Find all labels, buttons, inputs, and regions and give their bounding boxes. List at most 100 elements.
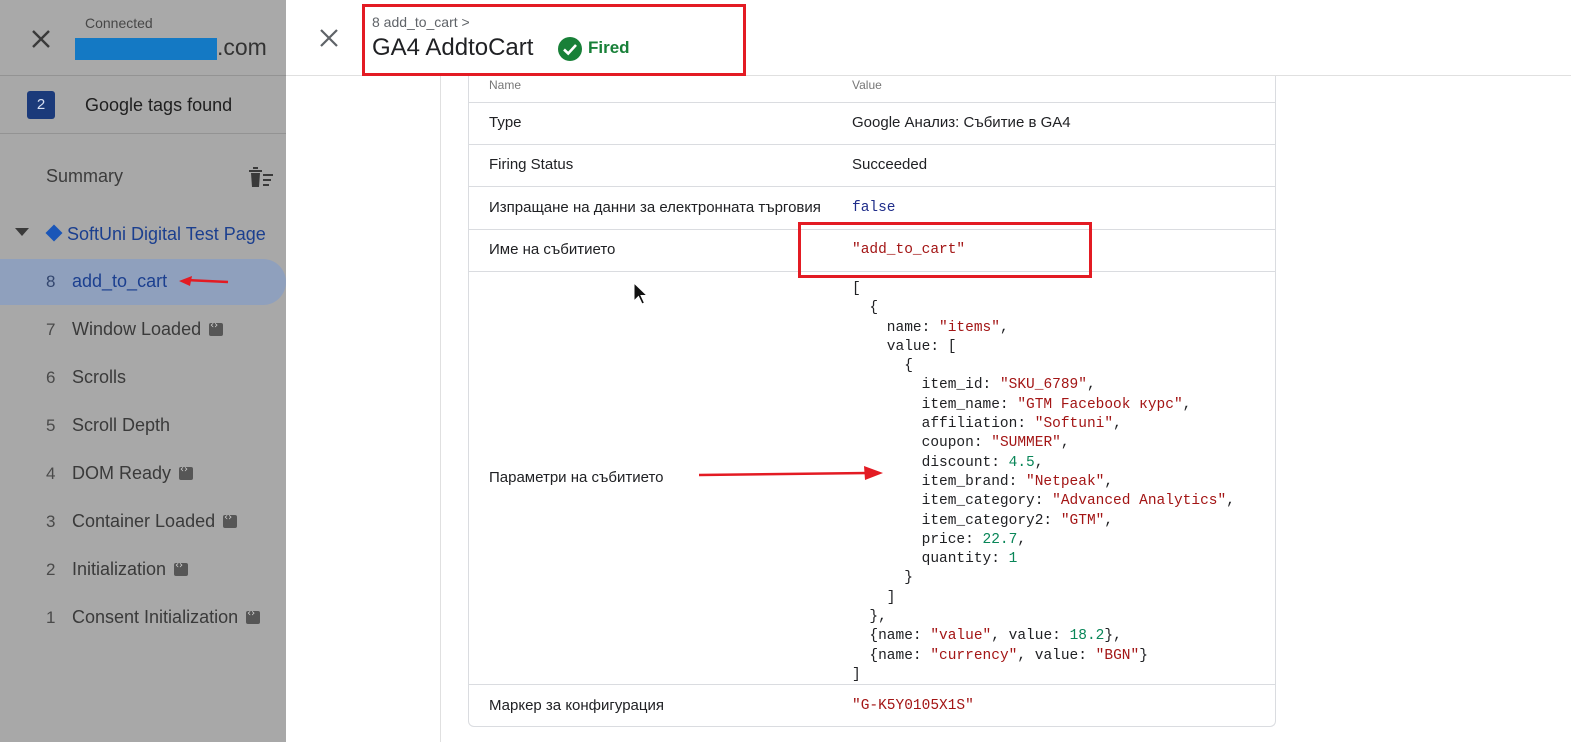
item-category-value: Advanced Analytics [1060, 493, 1218, 510]
event-params-code: [ { name: "items", value: [ { item_id: "… [852, 281, 1235, 683]
annotation-highlight-box [798, 222, 1092, 278]
google-tags-found[interactable]: 2 Google tags found [0, 76, 286, 134]
event-item-container-loaded[interactable]: 3 Container Loaded [0, 499, 286, 545]
event-number: 1 [46, 608, 56, 627]
table-header-row: Name Value [469, 76, 1275, 103]
event-item-initialization[interactable]: 2 Initialization [0, 547, 286, 593]
event-label-wrap: Initialization [72, 559, 189, 580]
event-item-scrolls[interactable]: 6 Scrolls [0, 355, 286, 401]
code-icon [174, 560, 189, 576]
event-number: 2 [46, 560, 56, 579]
column-header-name: Name [489, 78, 522, 92]
tag-title: GA4 AddtoCart [372, 34, 534, 61]
currency: "BGN" [1095, 647, 1140, 664]
item-category2: "GTM" [1060, 512, 1105, 529]
sidebar-header: Connected .com [0, 0, 286, 76]
row-name: Type [489, 114, 522, 131]
event-item-consent-initialization[interactable]: 1 Consent Initialization [0, 595, 286, 641]
item-id-value: SKU_6789 [1008, 377, 1079, 394]
item-name: "GTM Facebook курс" [1017, 396, 1183, 413]
event-label: Initialization [72, 559, 167, 579]
event-item-add-to-cart[interactable]: 8 add_to_cart [0, 259, 286, 305]
quantity-value: 1 [1008, 551, 1018, 568]
item-brand: "Netpeak" [1026, 473, 1105, 490]
redacted-domain [75, 38, 217, 60]
event-label-wrap: Container Loaded [72, 511, 238, 532]
coupon-value: SUMMER [999, 435, 1053, 452]
table-row: Firing Status Succeeded [469, 145, 1275, 187]
row-value: "G-K5Y0105X1S" [852, 698, 974, 714]
tags-found-label: Google tags found [85, 95, 233, 115]
collapse-caret-icon[interactable] [15, 228, 29, 236]
row-value: Google Анализ: Събитие в GA4 [852, 114, 1071, 131]
table-row: Маркер за конфигурация "G-K5Y0105X1S" [469, 685, 1275, 726]
annotation-arrow-icon [179, 276, 229, 286]
item-brand-value: Netpeak [1034, 473, 1096, 490]
event-label-wrap: DOM Ready [72, 463, 194, 484]
event-label: Container Loaded [72, 511, 216, 531]
row-name: Параметри на събитието [489, 469, 664, 486]
event-label: add_to_cart [72, 271, 168, 291]
param-key-currency: "currency" [930, 647, 1018, 664]
event-number: 5 [46, 416, 56, 435]
event-item-dom-ready[interactable]: 4 DOM Ready [0, 451, 286, 497]
domain-suffix: .com [217, 34, 267, 60]
mouse-cursor-icon [633, 282, 649, 305]
connection-status: Connected [85, 15, 153, 31]
event-label-wrap: Window Loaded [72, 319, 224, 340]
panel-divider [440, 76, 441, 742]
container-diamond-icon [45, 224, 63, 242]
item-category: "Advanced Analytics" [1052, 493, 1227, 510]
breadcrumb[interactable]: 8 add_to_cart > [372, 14, 470, 30]
event-label: Scrolls [72, 367, 127, 387]
row-name: Име на събитието [489, 241, 616, 258]
check-circle-icon [558, 37, 582, 61]
value-amount: 18.2 [1069, 628, 1105, 645]
row-name: Маркер за конфигурация [489, 697, 664, 714]
close-icon[interactable] [316, 25, 342, 51]
row-name: Firing Status [489, 156, 574, 173]
price-value: 22.7 [982, 531, 1018, 548]
coupon: "SUMMER" [991, 435, 1061, 452]
affiliation-value: Softuni [1043, 416, 1105, 433]
container-section[interactable]: SoftUni Digital Test Page [0, 220, 286, 250]
close-icon[interactable] [26, 24, 56, 54]
param-key-items: "items" [939, 319, 1000, 336]
event-number: 4 [46, 464, 56, 483]
code-icon [246, 608, 261, 624]
code-icon [179, 464, 194, 480]
table-row: Type Google Анализ: Събитие в GA4 [469, 103, 1275, 145]
item-category2-value: GTM [1069, 512, 1096, 529]
event-number: 8 [46, 272, 56, 291]
code-icon [223, 512, 238, 528]
event-number: 6 [46, 368, 56, 387]
event-item-scroll-depth[interactable]: 5 Scroll Depth [0, 403, 286, 449]
column-header-value: Value [852, 78, 882, 92]
clear-messages-icon[interactable] [248, 166, 274, 188]
event-label: DOM Ready [72, 463, 172, 483]
container-name: SoftUni Digital Test Page [67, 224, 266, 244]
event-number: 3 [46, 512, 56, 531]
item-name-value: GTM Facebook курс [1026, 396, 1174, 413]
event-label: Consent Initialization [72, 607, 239, 627]
affiliation: "Softuni" [1034, 416, 1114, 433]
summary-item[interactable]: Summary [46, 166, 123, 187]
event-number: 7 [46, 320, 56, 339]
event-label-wrap: Consent Initialization [72, 607, 261, 628]
event-item-window-loaded[interactable]: 7 Window Loaded [0, 307, 286, 353]
properties-table: Name Value Type Google Анализ: Събитие в… [468, 76, 1276, 727]
code-icon [209, 320, 224, 336]
panel-header: 8 add_to_cart > GA4 AddtoCart Fired [286, 0, 1571, 76]
tag-assistant-sidebar: Connected .com 2 Google tags found Summa… [0, 0, 286, 742]
row-name: Изпращане на данни за електронната търго… [489, 199, 821, 216]
event-label: Scroll Depth [72, 415, 171, 435]
event-label: Window Loaded [72, 319, 202, 339]
annotation-arrow-icon [698, 466, 883, 480]
tag-details-panel: 8 add_to_cart > GA4 AddtoCart Fired Name… [286, 0, 1571, 742]
discount-value: 4.5 [1008, 454, 1035, 471]
param-key-value: "value" [930, 628, 992, 645]
currency-value: BGN [1104, 647, 1131, 664]
item-id: "SKU_6789" [999, 377, 1087, 394]
row-value: Succeeded [852, 156, 928, 173]
tags-count-badge: 2 [27, 91, 55, 119]
